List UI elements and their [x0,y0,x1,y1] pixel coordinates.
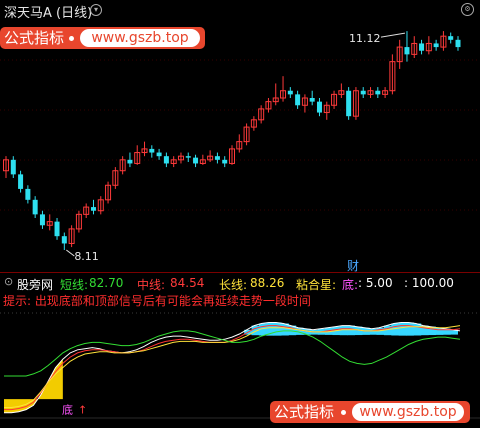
candle-body [90,207,96,211]
candle-body [10,159,16,175]
candle-body [346,90,352,117]
cai-badge: 财 [347,259,359,272]
bottom-arrow-icon: ↑ [78,404,87,417]
banner-url[interactable]: www.gszb.top [352,403,464,421]
candle-body [25,188,31,200]
mid-label: 中线: [137,278,166,292]
indicator-expand-icon[interactable]: ⊙ [4,275,13,288]
formula-banner-top[interactable]: 公式指标 www.gszb.top [0,27,205,49]
candle-body [360,90,366,95]
candle-body [214,156,220,160]
high-pointer [380,32,406,38]
top-zone-bar [398,322,407,336]
banner-url[interactable]: www.gszb.top [80,29,200,47]
top-zone-bar [413,323,422,336]
candle-body [309,98,315,102]
top-zone-bar [406,322,414,336]
sticky-label: 粘合星: [296,278,337,292]
mid-line [4,325,461,411]
long-value: 88.26 [250,276,285,290]
candle-body [193,157,199,164]
formula-banner-bottom[interactable]: 公式指标 www.gszb.top [270,401,470,423]
candle-body [287,90,293,95]
indicator-name: 股旁网 [17,278,54,292]
candle-body [54,221,60,237]
candle-body [419,43,425,51]
mid-value: 84.54 [170,276,205,290]
low-pointer [66,249,75,257]
bottom-signal-marker: 底 [62,403,73,417]
sticky-line [4,330,461,377]
candle-body [149,148,155,153]
extra-value: : 100.00 [404,276,454,290]
banner-dot-icon [69,36,74,41]
candle-body [295,94,301,106]
bottom-value: : 5.00 [358,276,393,290]
candle-body [61,236,67,244]
top-zone-bar [369,328,378,335]
candle-body [185,156,191,158]
candle-body [433,43,439,48]
short-label: 短线: [60,278,89,292]
top-zone-bar [280,323,289,336]
long-line [4,325,461,408]
short-value: 82.70 [89,276,124,290]
indicator-header: ⊙ 股旁网 短线: 82.70 中线: 84.54 长线: 88.26 粘合星:… [0,274,480,292]
candle-body [316,101,322,113]
banner-label: 公式指标 [274,403,335,421]
top-zone-bar [391,323,400,336]
candle-body [163,156,169,164]
candle-body [455,39,461,48]
top-zone-bar [273,322,282,336]
candle-body [222,159,228,164]
candle-body [375,90,381,95]
low-price-label: 8.11 [74,250,99,263]
candle-body [32,199,38,215]
top-zone-bar [347,325,356,336]
long-label: 长线: [219,278,248,292]
candle-body [18,174,24,189]
candle-body [127,159,133,164]
candle-body [404,47,410,55]
banner-label: 公式指标 [4,29,65,47]
banner-dot-icon [341,410,346,415]
high-price-label: 11.12 [349,32,381,45]
bottom-label: 底: [342,278,359,292]
short-line [4,322,461,414]
panel-separator [0,272,480,273]
stock-chart-window: 深天马A (日线) ▾ ⚙ 11.12 8.11 财 公式指标 www.gszb.t… [0,0,480,428]
candle-body [156,152,162,157]
candle-body [39,214,45,226]
candle-body [448,36,454,40]
